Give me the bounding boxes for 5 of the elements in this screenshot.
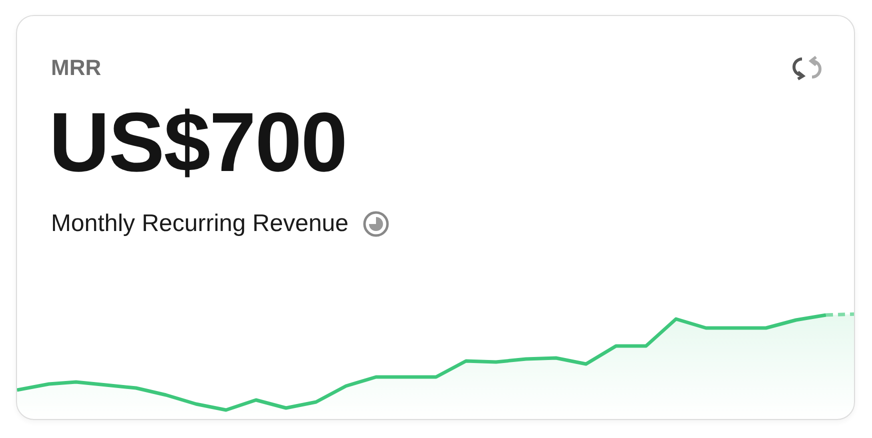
card-title: MRR: [51, 55, 102, 81]
metric-caption: Monthly Recurring Revenue: [51, 210, 348, 238]
refresh-icon[interactable]: [790, 54, 824, 82]
metric-value: US$700: [49, 100, 348, 184]
clock-icon[interactable]: [362, 210, 390, 238]
